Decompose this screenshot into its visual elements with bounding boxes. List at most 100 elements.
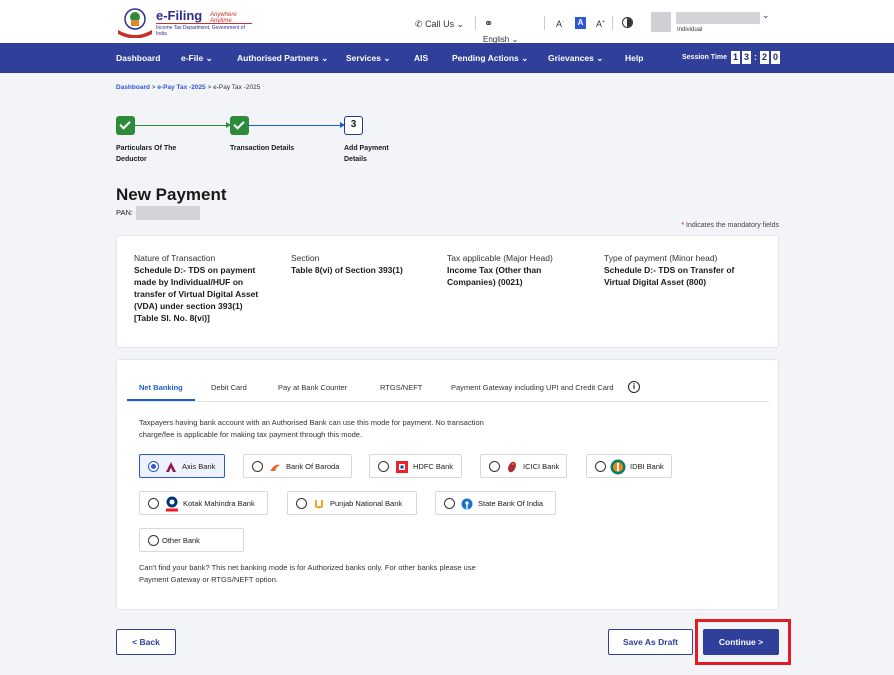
font-decrease-button[interactable]: A- — [556, 19, 564, 29]
highlight-annotation — [695, 619, 791, 665]
globe-icon[interactable]: ⚭ — [484, 17, 493, 30]
bank-option-axis[interactable]: Axis Bank — [139, 454, 225, 478]
step-1-label: Particulars Of The Deductor — [116, 145, 177, 163]
bank-option-pnb[interactable]: Punjab National Bank — [287, 491, 417, 515]
bank-label: State Bank Of India — [478, 499, 544, 508]
session-digit: 1 — [731, 51, 740, 64]
bank-option-idbi[interactable]: IDBI Bank — [586, 454, 672, 478]
step-connector — [249, 125, 341, 126]
font-normal-button[interactable]: A — [575, 17, 586, 29]
breadcrumb-dashboard[interactable]: Dashboard — [116, 84, 150, 91]
top-header: e-Filing Anywhere Anytime Income Tax Dep… — [0, 0, 894, 44]
nature-of-transaction: Nature of Transaction Schedule D:- TDS o… — [134, 253, 259, 323]
bank-label: Punjab National Bank — [330, 499, 403, 508]
phone-icon: ✆ — [415, 19, 423, 29]
session-digit: 3 — [742, 51, 751, 64]
axis-bank-logo-icon — [166, 462, 176, 472]
session-digit: 2 — [760, 51, 769, 64]
radio-button[interactable] — [252, 461, 263, 472]
radio-button[interactable] — [444, 498, 455, 509]
bank-option-hdfc[interactable]: HDFC Bank — [369, 454, 462, 478]
radio-button[interactable] — [148, 535, 159, 546]
logo-title: e-Filing — [156, 8, 203, 23]
nav-efile[interactable]: e-File ⌄ — [181, 53, 213, 64]
step-2-check-icon — [230, 116, 249, 135]
back-button[interactable]: < Back — [116, 629, 176, 655]
active-tab-indicator — [127, 399, 195, 401]
divider — [612, 16, 613, 30]
tab-divider — [127, 401, 769, 402]
tab-payment-gateway[interactable]: Payment Gateway including UPI and Credit… — [451, 383, 614, 392]
radio-button[interactable] — [148, 461, 159, 472]
pnb-logo-icon — [315, 500, 323, 509]
logo-subtitle: Income Tax Department, Government of Ind… — [156, 25, 245, 37]
cant-find-bank-note: Can't find your bank? This net banking m… — [139, 563, 476, 584]
pan-label: PAN: — [116, 208, 133, 217]
mandatory-note: * Indicates the mandatory fields — [681, 222, 779, 229]
nav-dashboard[interactable]: Dashboard — [116, 53, 160, 63]
divider — [475, 16, 476, 30]
step-connector — [135, 125, 227, 126]
section-info: Section Table 8(vi) of Section 393(1) — [291, 253, 403, 275]
bank-option-kotak[interactable]: Kotak Mahindra Bank — [139, 491, 268, 515]
chevron-down-icon[interactable]: ⌄ — [762, 10, 770, 21]
breadcrumb-separator: > — [207, 84, 212, 91]
breadcrumb: Dashboard > e-Pay Tax -2025 > e-Pay Tax … — [116, 84, 260, 91]
tab-net-banking[interactable]: Net Banking — [139, 383, 183, 392]
kotak-bank-logo-icon — [166, 496, 178, 512]
bank-label: Axis Bank — [182, 462, 216, 471]
bank-of-baroda-logo-icon — [270, 464, 280, 471]
step-2-label: Transaction Details — [230, 145, 295, 152]
emblem-icon — [118, 8, 152, 38]
avatar[interactable] — [651, 12, 671, 32]
radio-button[interactable] — [296, 498, 307, 509]
bank-option-icici[interactable]: ICICI Bank — [480, 454, 567, 478]
call-us-menu[interactable]: ✆ Call Us ⌄ — [415, 19, 464, 30]
breadcrumb-separator: > — [151, 84, 156, 91]
bank-label: IDBI Bank — [630, 462, 664, 471]
user-type: Individual — [677, 27, 703, 33]
chevron-down-icon: ⌄ — [456, 19, 465, 29]
radio-button[interactable] — [148, 498, 159, 509]
bank-label: Kotak Mahindra Bank — [183, 499, 255, 508]
page-title: New Payment — [116, 185, 227, 204]
bank-label: Bank Of Baroda — [286, 462, 340, 471]
bank-label: HDFC Bank — [413, 462, 454, 471]
bank-option-sbi[interactable]: State Bank Of India — [435, 491, 556, 515]
nav-services[interactable]: Services ⌄ — [346, 53, 390, 64]
radio-button[interactable] — [378, 461, 389, 472]
divider — [544, 16, 545, 30]
efiling-logo[interactable]: e-Filing Anywhere Anytime Income Tax Dep… — [116, 6, 256, 38]
net-banking-description: Taxpayers having bank account with an Au… — [139, 418, 484, 439]
nav-grievances[interactable]: Grievances ⌄ — [548, 53, 603, 64]
info-icon[interactable]: i — [628, 381, 640, 393]
radio-button[interactable] — [595, 461, 606, 472]
contrast-icon[interactable] — [622, 17, 633, 28]
bank-label: ICICI Bank — [523, 462, 560, 471]
radio-button[interactable] — [489, 461, 500, 472]
idbi-bank-logo-icon — [610, 459, 626, 475]
logo-underline — [156, 23, 252, 24]
nav-pending-actions[interactable]: Pending Actions ⌄ — [452, 53, 528, 64]
major-head-info: Tax applicable (Major Head) Income Tax (… — [447, 253, 553, 287]
tab-pay-at-bank-counter[interactable]: Pay at Bank Counter — [278, 383, 347, 392]
tab-debit-card[interactable]: Debit Card — [211, 383, 247, 392]
nav-help[interactable]: Help — [625, 53, 643, 63]
step-1-check-icon — [116, 116, 135, 135]
bank-option-bank-of-baroda[interactable]: Bank Of Baroda — [243, 454, 352, 478]
tab-rtgs-neft[interactable]: RTGS/NEFT — [380, 383, 422, 392]
call-us-label: Call Us — [425, 19, 455, 29]
nav-authorised-partners[interactable]: Authorised Partners ⌄ — [237, 53, 328, 64]
nav-ais[interactable]: AIS — [414, 53, 428, 63]
font-increase-button[interactable]: A+ — [596, 19, 605, 29]
icici-bank-logo-icon — [508, 461, 516, 473]
breadcrumb-epay-tax[interactable]: e-Pay Tax -2025 — [157, 84, 205, 91]
bank-option-other[interactable]: Other Bank — [139, 528, 244, 552]
step-3-label: Add Payment Details — [344, 145, 389, 163]
pan-masked-value — [136, 206, 200, 220]
breadcrumb-current: e-Pay Tax -2025 — [213, 84, 261, 91]
save-as-draft-button[interactable]: Save As Draft — [608, 629, 693, 655]
minor-head-info: Type of payment (Minor head) Schedule D:… — [604, 253, 735, 287]
sbi-logo-icon — [461, 498, 473, 510]
session-digit: 0 — [771, 51, 780, 64]
